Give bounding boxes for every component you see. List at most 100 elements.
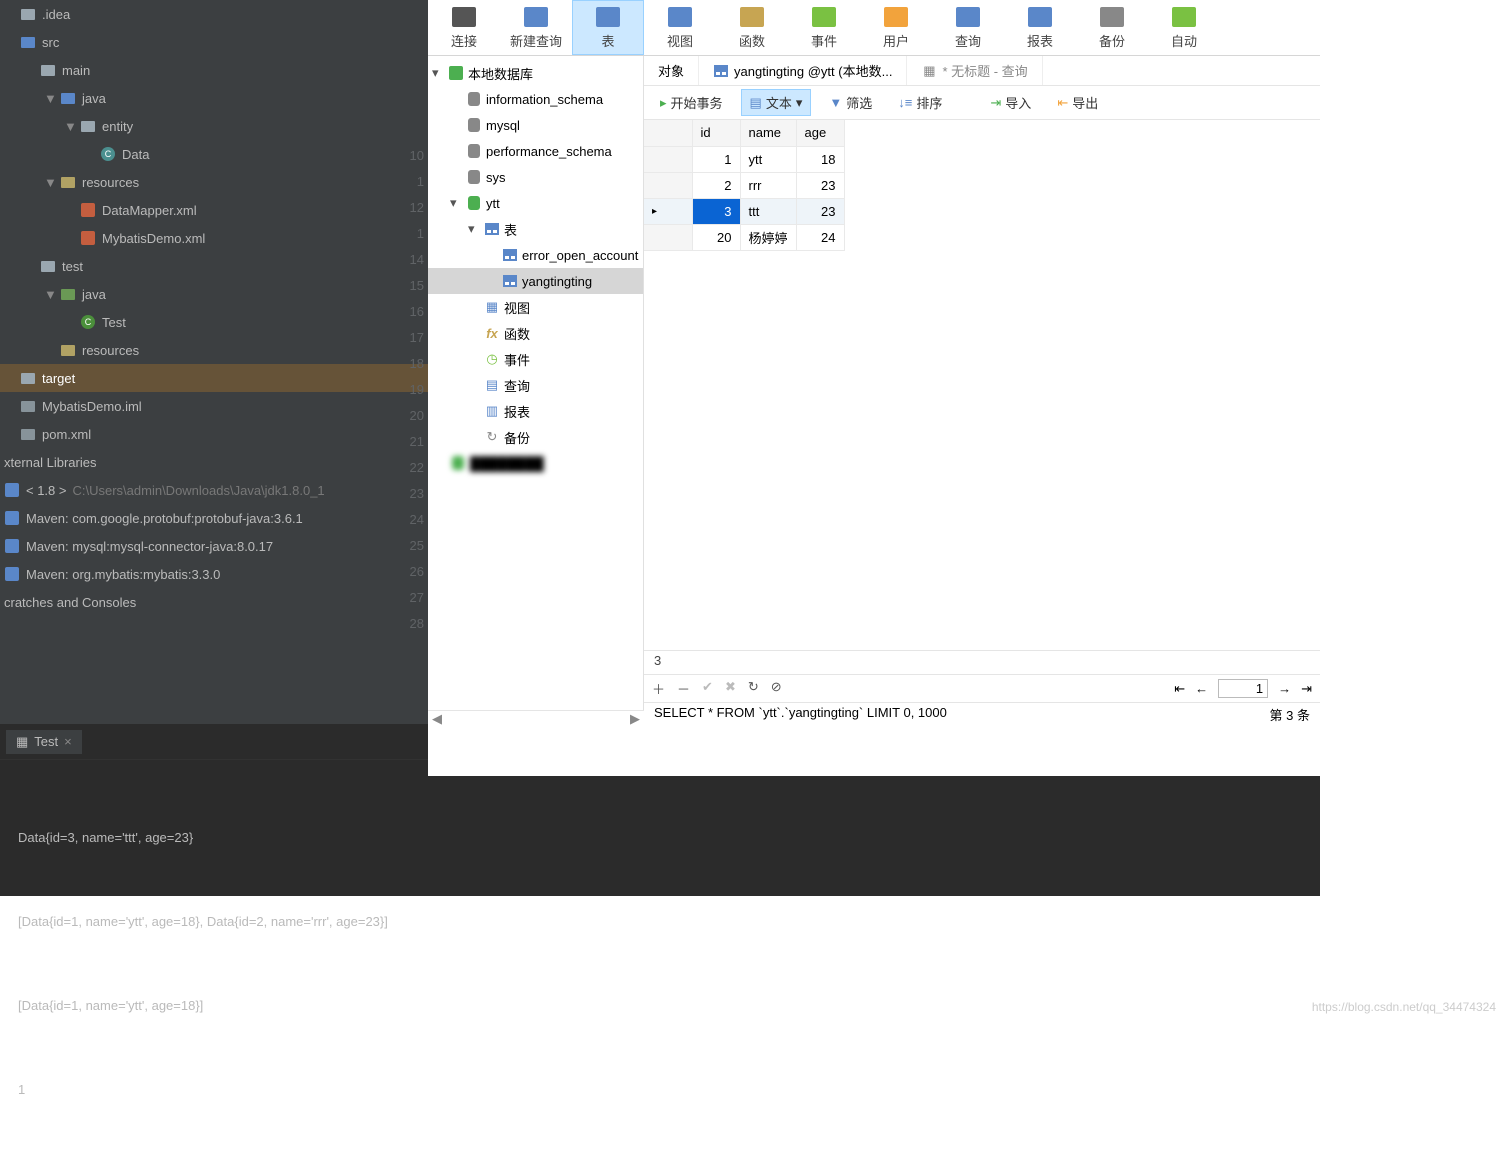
- tree-item-src[interactable]: src: [0, 28, 428, 56]
- data-grid[interactable]: idnameage1ytt182rrr23▸3ttt2320杨婷婷24: [644, 120, 845, 251]
- col-id[interactable]: id: [692, 120, 740, 146]
- jdk-row[interactable]: < 1.8 > C:\Users\admin\Downloads\Java\jd…: [0, 476, 428, 504]
- status-val: 3: [644, 650, 1320, 674]
- tree-item-MybatisDemo.xml[interactable]: MybatisDemo.xml: [0, 224, 428, 252]
- page-input[interactable]: [1218, 679, 1268, 698]
- sort-button[interactable]: ↓≡排序: [890, 90, 950, 115]
- db-item-sys[interactable]: sys: [428, 164, 643, 190]
- tab-query[interactable]: ▦ * 无标题 - 查询: [907, 56, 1042, 85]
- toolbar-报表[interactable]: 报表: [1004, 0, 1076, 55]
- db-item-备份[interactable]: ↻备份: [428, 424, 643, 450]
- watermark: https://blog.csdn.net/qq_34474324: [1312, 1000, 1496, 1014]
- toolbar-表[interactable]: 表: [572, 0, 644, 55]
- db-item-yangtingting[interactable]: yangtingting: [428, 268, 643, 294]
- table-icon: [502, 247, 518, 263]
- export-button[interactable]: ⇤导出: [1049, 90, 1106, 115]
- play-icon: ▸: [660, 95, 667, 111]
- toolbar-视图[interactable]: 视图: [644, 0, 716, 55]
- db-item-ytt[interactable]: ▾ytt: [428, 190, 643, 216]
- mvn2[interactable]: Maven: mysql:mysql-connector-java:8.0.17: [0, 532, 428, 560]
- del-row-button[interactable]: －: [677, 679, 690, 698]
- table-row[interactable]: 2rrr23: [644, 172, 844, 198]
- console-tab-test[interactable]: ▦ Test ×: [6, 730, 82, 754]
- database-icon: [466, 195, 482, 211]
- mvn1[interactable]: Maven: com.google.protobuf:protobuf-java…: [0, 504, 428, 532]
- filter-icon: ▼: [829, 95, 842, 110]
- db-item-performance_schema[interactable]: performance_schema: [428, 138, 643, 164]
- tree-item-MybatisDemo.iml[interactable]: MybatisDemo.iml: [0, 392, 428, 420]
- toolbar-查询[interactable]: 查询: [932, 0, 1004, 55]
- toolbar-icon: [666, 5, 694, 29]
- toolbar-用户[interactable]: 用户: [860, 0, 932, 55]
- text-button[interactable]: ▤文本▾: [741, 89, 812, 116]
- table-row[interactable]: ▸3ttt23: [644, 198, 844, 224]
- toolbar-连接[interactable]: 连接: [428, 0, 500, 55]
- toolbar-备份[interactable]: 备份: [1076, 0, 1148, 55]
- next-page-button[interactable]: →: [1278, 681, 1291, 696]
- db-item-本地数据库[interactable]: ▾本地数据库: [428, 60, 643, 86]
- h-scroll[interactable]: ◀▶: [428, 710, 644, 726]
- tree-item-Data[interactable]: CData: [0, 140, 428, 168]
- tree-item-java[interactable]: ▼java: [0, 84, 428, 112]
- tree-item-test[interactable]: test: [0, 252, 428, 280]
- toolbar-事件[interactable]: 事件: [788, 0, 860, 55]
- close-icon[interactable]: ×: [64, 734, 72, 749]
- db-item-error_open_account[interactable]: error_open_account: [428, 242, 643, 268]
- toolbar-新建查询[interactable]: 新建查询: [500, 0, 572, 55]
- console-line: [Data{id=1, name='ytt', age=18}, Data{id…: [18, 908, 1302, 936]
- tree-item-resources[interactable]: ▼resources: [0, 168, 428, 196]
- table-row[interactable]: 20杨婷婷24: [644, 224, 844, 250]
- import-button[interactable]: ⇥导入: [982, 90, 1039, 115]
- stop-button[interactable]: ⊘: [771, 679, 782, 698]
- db-item-视图[interactable]: ▦视图: [428, 294, 643, 320]
- begin-trans-button[interactable]: ▸开始事务: [652, 90, 731, 115]
- table-row[interactable]: 1ytt18: [644, 146, 844, 172]
- toolbar-icon: [954, 5, 982, 29]
- db-item-mysql[interactable]: mysql: [428, 112, 643, 138]
- db-item-查询[interactable]: ▤查询: [428, 372, 643, 398]
- refresh-button[interactable]: ↻: [748, 679, 759, 698]
- jdk-path: C:\Users\admin\Downloads\Java\jdk1.8.0_1: [72, 483, 324, 498]
- filter-button[interactable]: ▼筛选: [821, 90, 880, 115]
- tree-item-entity[interactable]: ▼entity: [0, 112, 428, 140]
- tree-item-target[interactable]: target: [0, 364, 428, 392]
- table-icon: [713, 63, 729, 79]
- col-age[interactable]: age: [796, 120, 844, 146]
- class-icon: C: [80, 314, 96, 330]
- mvn3[interactable]: Maven: org.mybatis:mybatis:3.3.0: [0, 560, 428, 588]
- tab-objects[interactable]: 对象: [644, 56, 699, 85]
- tree-item-java[interactable]: ▼java: [0, 280, 428, 308]
- folder-icon: [20, 370, 36, 386]
- dropdown-icon: ▾: [796, 95, 803, 111]
- tree-item-DataMapper.xml[interactable]: DataMapper.xml: [0, 196, 428, 224]
- prev-page-button[interactable]: ←: [1195, 681, 1208, 696]
- tree-item-resources[interactable]: resources: [0, 336, 428, 364]
- db-item-函数[interactable]: fx函数: [428, 320, 643, 346]
- tab-table[interactable]: yangtingting @ytt (本地数...: [699, 56, 907, 85]
- connection-icon: [448, 65, 464, 81]
- scratches[interactable]: cratches and Consoles: [0, 588, 428, 616]
- db-item-报表[interactable]: ▥报表: [428, 398, 643, 424]
- row-count: 第 3 条: [1270, 705, 1310, 724]
- last-page-button[interactable]: ⇥: [1301, 681, 1312, 697]
- add-row-button[interactable]: ＋: [652, 679, 665, 698]
- first-page-button[interactable]: ⇤: [1174, 681, 1185, 697]
- toolbar-自动[interactable]: 自动: [1148, 0, 1220, 55]
- cancel-button[interactable]: ✖: [725, 679, 736, 698]
- col-name[interactable]: name: [740, 120, 796, 146]
- apply-button[interactable]: ✔: [702, 679, 713, 698]
- db-item-表[interactable]: ▾表: [428, 216, 643, 242]
- toolbar-函数[interactable]: 函数: [716, 0, 788, 55]
- tree-item-pom.xml[interactable]: pom.xml: [0, 420, 428, 448]
- folder-icon: [20, 34, 36, 50]
- db-item-事件[interactable]: ◷事件: [428, 346, 643, 372]
- ext-lib[interactable]: xternal Libraries: [0, 448, 428, 476]
- toolbar-icon: [882, 5, 910, 29]
- console-line: [Data{id=1, name='ytt', age=18}]: [18, 992, 1302, 1020]
- table-icon: [484, 221, 500, 237]
- tree-item-main[interactable]: main: [0, 56, 428, 84]
- tree-item-Test[interactable]: CTest: [0, 308, 428, 336]
- toolbar-icon: [810, 5, 838, 29]
- tree-item-.idea[interactable]: .idea: [0, 0, 428, 28]
- db-item-information_schema[interactable]: information_schema: [428, 86, 643, 112]
